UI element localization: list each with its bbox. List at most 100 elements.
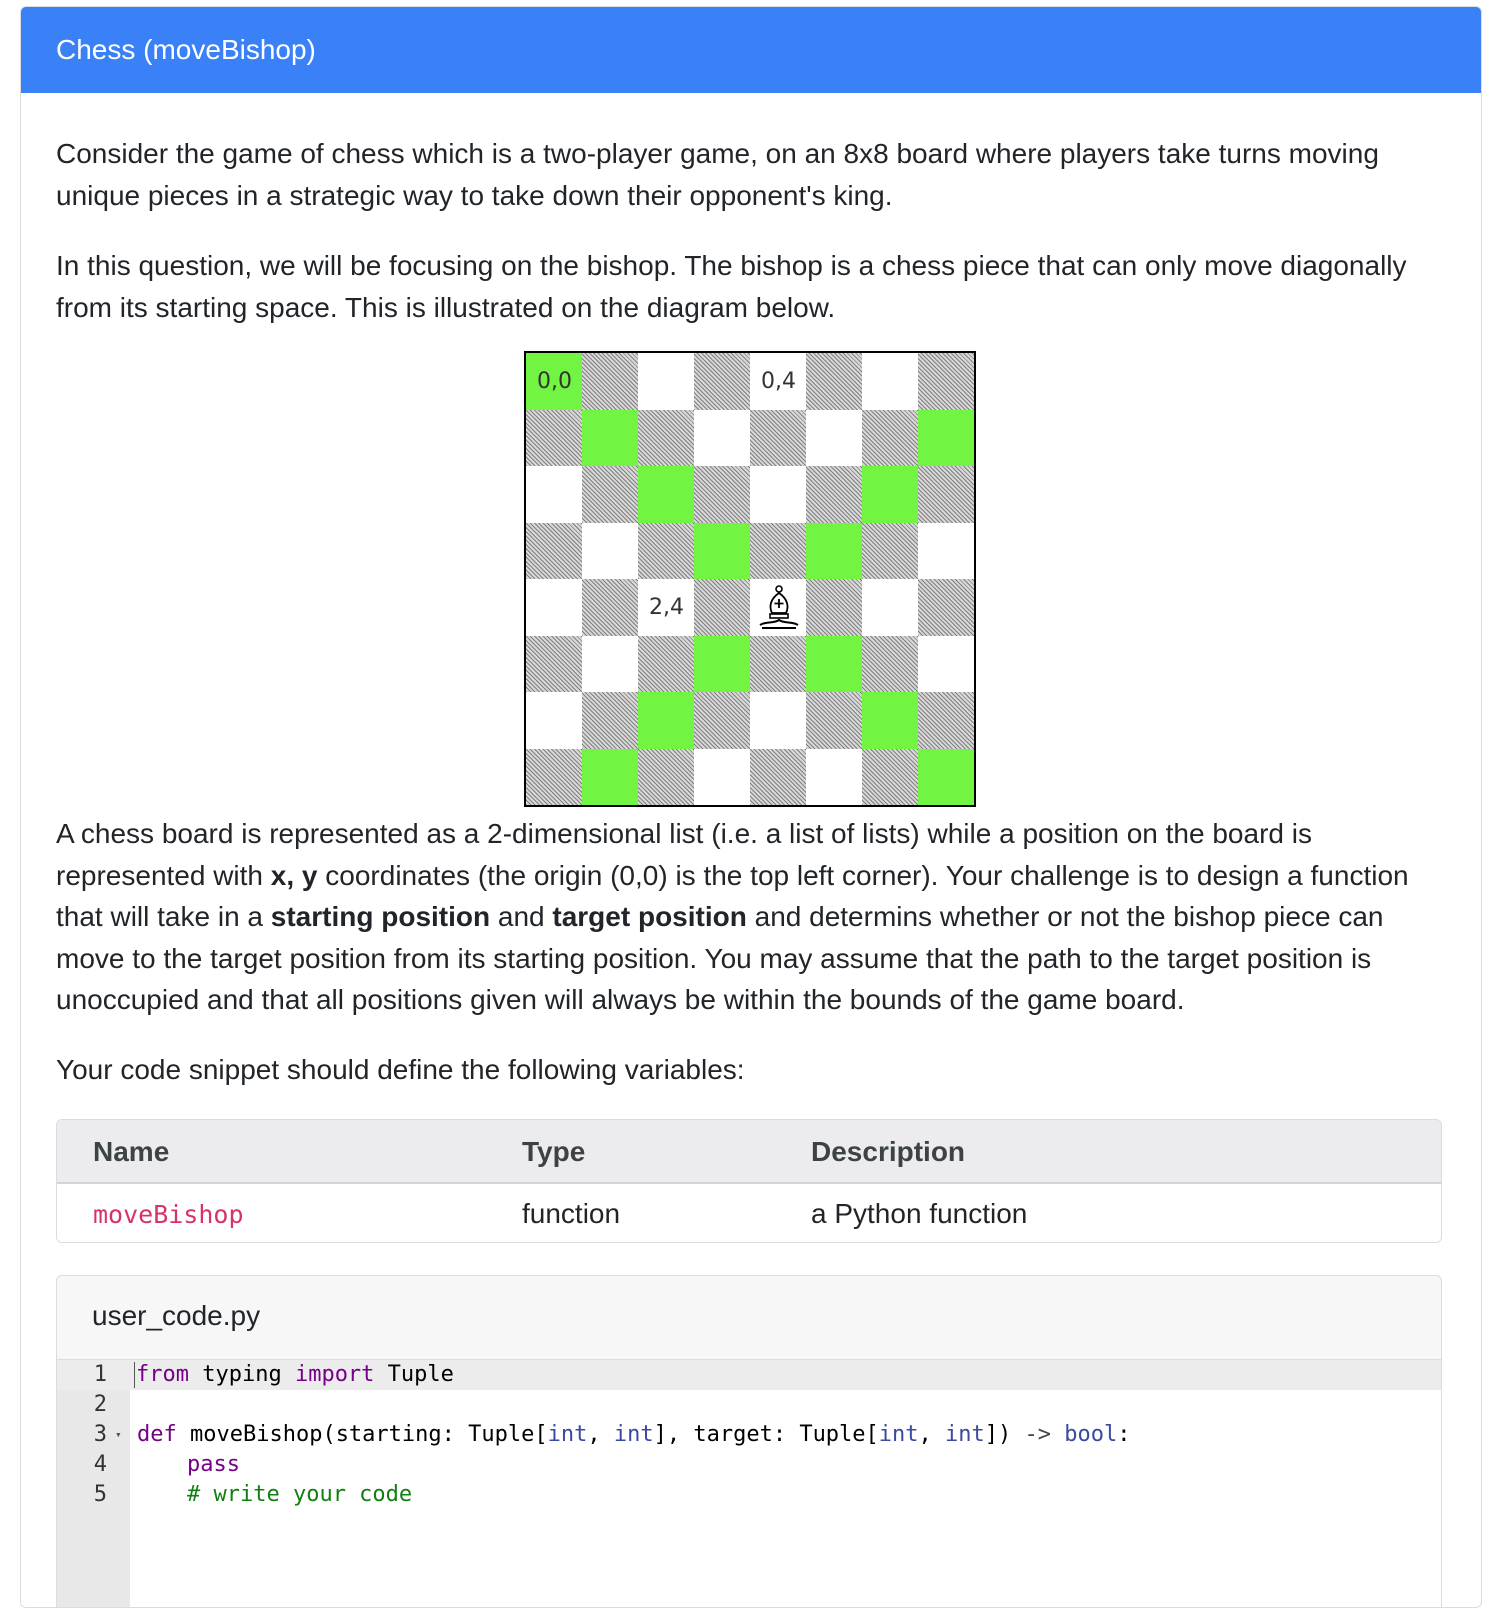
board-square xyxy=(806,466,862,523)
code-line-2[interactable]: 2 xyxy=(57,1390,1441,1420)
code-line-4[interactable]: 4 pass xyxy=(57,1450,1441,1480)
builtin-int: int xyxy=(878,1422,919,1447)
variable-type: function xyxy=(522,1198,621,1229)
board-square xyxy=(694,635,750,692)
board-square xyxy=(526,466,582,523)
code-line-1[interactable]: 1 from typing import Tuple xyxy=(57,1360,1441,1390)
board-square xyxy=(750,635,806,692)
board-square xyxy=(918,748,974,805)
board-square xyxy=(582,635,638,692)
board-square xyxy=(806,635,862,692)
board-square xyxy=(806,692,862,749)
board-square xyxy=(638,635,694,692)
board-square xyxy=(918,692,974,749)
board-square xyxy=(862,353,918,410)
board-square xyxy=(806,579,862,636)
code-text: , xyxy=(587,1422,614,1447)
card-header: Chess (moveBishop) xyxy=(21,7,1481,93)
square-coordinate-label: 0,0 xyxy=(537,369,572,394)
board-square xyxy=(862,692,918,749)
board-square xyxy=(638,353,694,410)
code-text: ], target: Tuple[ xyxy=(653,1422,879,1447)
board-square xyxy=(862,409,918,466)
board-square xyxy=(694,748,750,805)
intro-paragraph-2: In this question, we will be focusing on… xyxy=(56,250,1407,323)
question-card: Chess (moveBishop) Consider the game of … xyxy=(20,6,1482,1608)
board-square xyxy=(806,353,862,410)
code-comment: # write your code xyxy=(187,1482,413,1507)
board-square xyxy=(750,409,806,466)
board-square xyxy=(694,409,750,466)
code-line-5[interactable]: 5 # write your code xyxy=(57,1480,1441,1510)
board-square xyxy=(694,353,750,410)
board-square xyxy=(582,522,638,579)
square-coordinate-label: 0,4 xyxy=(761,369,796,394)
code-text: Tuple xyxy=(374,1362,454,1387)
question-title: Chess (moveBishop) xyxy=(56,34,316,65)
variables-table: Name Type Description moveBishop functio… xyxy=(56,1119,1442,1243)
board-square xyxy=(526,692,582,749)
board-square xyxy=(750,692,806,749)
board-square xyxy=(582,748,638,805)
header-description: Description xyxy=(811,1136,966,1167)
code-text: moveBishop(starting: Tuple[ xyxy=(176,1422,548,1447)
board-square xyxy=(638,466,694,523)
board-square xyxy=(526,579,582,636)
builtin-int: int xyxy=(945,1422,985,1447)
board-square: 0,0 xyxy=(526,353,582,410)
line-number: 3 xyxy=(93,1422,107,1447)
desc-starting-position: starting position xyxy=(270,901,491,932)
board-square xyxy=(638,409,694,466)
board-square xyxy=(862,635,918,692)
line-number: 1 xyxy=(93,1362,107,1387)
board-square xyxy=(918,353,974,410)
code-editor-panel: user_code.py 1 from typing import Tuple … xyxy=(56,1275,1442,1607)
board-square xyxy=(862,522,918,579)
keyword-def: def xyxy=(137,1422,177,1447)
board-square xyxy=(750,748,806,805)
code-text: , xyxy=(918,1422,946,1447)
table-row: moveBishop function a Python function xyxy=(57,1184,1441,1242)
desc-xy: x, y xyxy=(270,859,318,891)
variables-intro: Your code snippet should define the foll… xyxy=(56,1054,745,1085)
header-type: Type xyxy=(522,1136,586,1167)
board-square xyxy=(526,522,582,579)
board-square xyxy=(582,409,638,466)
text-cursor xyxy=(134,1362,135,1388)
code-line-3[interactable]: 3 ▾ def moveBishop(starting: Tuple[int, … xyxy=(57,1420,1441,1450)
chess-board-diagram: 0,0 0,4 2,4 xyxy=(524,351,976,807)
board-square xyxy=(526,748,582,805)
square-coordinate-label: 2,4 xyxy=(649,595,684,620)
board-square xyxy=(918,522,974,579)
line-number: 2 xyxy=(93,1392,107,1417)
board-square xyxy=(806,748,862,805)
board-square xyxy=(582,466,638,523)
board-square xyxy=(806,409,862,466)
board-square xyxy=(694,579,750,636)
board-square xyxy=(582,353,638,410)
board-square xyxy=(638,748,694,805)
problem-description: A chess board is represented as a 2-dime… xyxy=(56,813,1446,1021)
board-square xyxy=(862,579,918,636)
editor-header: user_code.py xyxy=(57,1276,1441,1360)
board-square xyxy=(918,579,974,636)
board-square xyxy=(918,635,974,692)
header-name: Name xyxy=(93,1136,170,1167)
board-square: 0,4 xyxy=(750,353,806,410)
fold-arrow-icon[interactable]: ▾ xyxy=(115,1420,122,1450)
board-square xyxy=(526,635,582,692)
variable-description: a Python function xyxy=(811,1198,1028,1229)
arrow-operator: -> xyxy=(1024,1422,1052,1447)
code-editor[interactable]: 1 from typing import Tuple 2 3 ▾ def mov… xyxy=(57,1360,1441,1607)
board-square xyxy=(694,522,750,579)
board-square xyxy=(638,692,694,749)
desc-text-c: and xyxy=(490,901,553,932)
board-square xyxy=(918,409,974,466)
board-square xyxy=(806,522,862,579)
board-square xyxy=(638,522,694,579)
line-number: 4 xyxy=(93,1452,107,1477)
keyword-pass: pass xyxy=(187,1452,240,1477)
keyword-from: from xyxy=(136,1362,189,1387)
code-text: typing xyxy=(188,1362,295,1387)
board-square xyxy=(750,579,806,636)
